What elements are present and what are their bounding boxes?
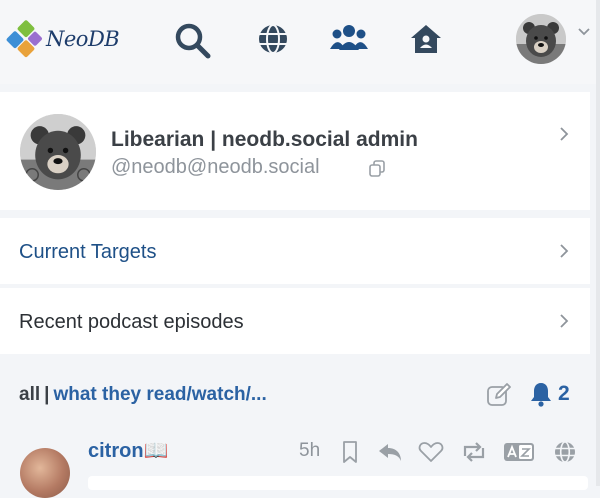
profile-handle: @neodb@neodb.social	[111, 156, 320, 178]
feed-title-link[interactable]: what they read/watch/...	[53, 384, 266, 405]
chevron-right-icon	[560, 244, 569, 258]
edit-icon[interactable]	[486, 382, 512, 408]
search-icon[interactable]	[174, 22, 212, 60]
post-content-card	[88, 476, 588, 490]
recent-podcast-episodes-item[interactable]: Recent podcast episodes	[0, 288, 590, 354]
post-time[interactable]: 5h	[299, 440, 320, 462]
top-navigation-bar: NeoDB	[0, 0, 600, 84]
user-avatar[interactable]	[516, 14, 566, 64]
bear-avatar-icon	[20, 114, 96, 190]
feed-scope-all[interactable]: all	[19, 384, 40, 405]
home-icon[interactable]	[409, 22, 443, 56]
post-author-avatar[interactable]	[20, 448, 70, 498]
recent-podcasts-label: Recent podcast episodes	[19, 311, 244, 333]
translate-icon[interactable]	[503, 440, 535, 464]
bell-icon[interactable]	[529, 381, 553, 407]
profile-avatar	[20, 114, 96, 190]
chevron-right-icon	[560, 127, 569, 141]
notification-count: 2	[558, 382, 570, 405]
current-targets-label: Current Targets	[19, 241, 157, 263]
post-author-name[interactable]: citron📖	[88, 438, 168, 463]
heart-icon[interactable]	[418, 440, 444, 464]
boost-icon[interactable]	[460, 440, 488, 464]
profile-card[interactable]: Libearian | neodb.social admin @neodb@ne…	[0, 92, 590, 210]
users-icon[interactable]	[330, 22, 368, 56]
profile-name: Libearian | neodb.social admin	[111, 128, 418, 151]
feed-separator: |	[44, 384, 50, 405]
copy-icon[interactable]	[368, 159, 386, 177]
feed-header: all | what they read/watch/...	[19, 384, 267, 406]
globe-icon[interactable]	[256, 22, 290, 56]
puzzle-logo-icon	[6, 20, 42, 58]
globe-icon[interactable]	[553, 440, 577, 464]
scrollbar[interactable]	[596, 0, 600, 486]
bookmark-icon[interactable]	[340, 440, 360, 464]
current-targets-item[interactable]: Current Targets	[0, 218, 590, 284]
bear-avatar-icon	[516, 14, 566, 64]
logo-text: NeoDB	[46, 27, 120, 51]
chevron-right-icon	[560, 314, 569, 328]
chevron-down-icon[interactable]	[577, 26, 591, 38]
reply-icon[interactable]	[377, 440, 403, 464]
neodb-logo[interactable]: NeoDB	[6, 20, 120, 58]
